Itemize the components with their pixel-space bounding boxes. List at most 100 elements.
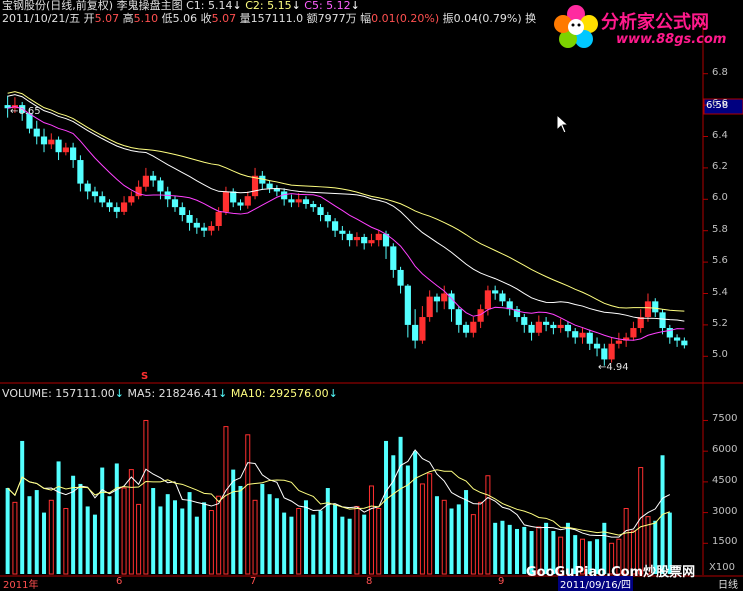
site-name: 分析家公式网 bbox=[601, 12, 709, 33]
candle-body bbox=[535, 321, 542, 333]
candle-body bbox=[171, 199, 179, 208]
candle-body bbox=[193, 222, 200, 228]
volume-bar bbox=[245, 434, 251, 575]
x-label-month-9: 9 bbox=[498, 576, 505, 587]
volume-bar bbox=[63, 507, 69, 575]
volume-bar bbox=[252, 499, 258, 575]
volume-bar bbox=[100, 467, 105, 574]
volume-bar bbox=[340, 516, 345, 574]
stock-title: 宝钢股份(日线,前复权) bbox=[2, 0, 114, 12]
current-price-label: 6.58 bbox=[706, 100, 729, 111]
volume-ma-lines bbox=[7, 449, 671, 538]
candle-body bbox=[237, 202, 244, 206]
candle-body bbox=[230, 191, 237, 203]
volume-label: 量 bbox=[239, 12, 251, 25]
bar-date: 2011/10/21/五 bbox=[2, 12, 81, 25]
candlestick-series bbox=[4, 95, 688, 366]
candle-body bbox=[441, 293, 448, 302]
candle-body bbox=[222, 191, 230, 212]
volume-tick-label: 1500 bbox=[712, 536, 738, 548]
x-label-year: 2011年 bbox=[3, 580, 39, 591]
candle-body bbox=[419, 317, 426, 341]
candle-body bbox=[455, 309, 462, 325]
candle-body bbox=[579, 332, 586, 338]
volume-bar bbox=[128, 469, 134, 575]
volume-bar bbox=[34, 490, 39, 574]
candle-body bbox=[266, 183, 273, 189]
candle-body bbox=[666, 328, 673, 338]
volume-bar bbox=[216, 495, 222, 575]
chart-canvas[interactable] bbox=[0, 0, 743, 588]
volume-bar bbox=[231, 469, 236, 574]
candle-body bbox=[528, 324, 535, 333]
price-tick-label: 6.2 bbox=[712, 160, 728, 172]
turnover-label: 换 bbox=[525, 12, 537, 25]
volume-bar bbox=[260, 483, 265, 574]
candle-body bbox=[70, 147, 77, 161]
candle-body bbox=[62, 147, 69, 153]
ma5-label: MA5: 218246.41 bbox=[127, 387, 219, 400]
volume-bar bbox=[419, 483, 425, 575]
volume-bar bbox=[493, 522, 498, 574]
candle-body bbox=[608, 343, 615, 360]
candle-body bbox=[426, 296, 433, 318]
candle-body bbox=[84, 183, 91, 192]
volume-bar bbox=[434, 496, 439, 574]
candle-body bbox=[681, 340, 688, 346]
candle-body bbox=[353, 236, 361, 241]
volume-bar bbox=[318, 510, 323, 574]
down-arrow-icon: ↓ bbox=[350, 0, 360, 12]
c2-value: C2: 5.15 bbox=[245, 0, 292, 12]
volume-bar bbox=[296, 507, 302, 575]
candle-body bbox=[644, 301, 652, 318]
indicator-name: 李鬼操盘主图 bbox=[116, 0, 183, 12]
price-tick-label: 5.4 bbox=[712, 286, 728, 298]
candle-body bbox=[324, 215, 331, 222]
volume-bar bbox=[398, 436, 403, 574]
candle-body bbox=[652, 301, 659, 313]
volume-bar bbox=[151, 488, 156, 574]
candle-body bbox=[251, 175, 259, 197]
candle-body bbox=[201, 227, 208, 231]
volume-tick-label: 7500 bbox=[712, 413, 738, 425]
volume-bar bbox=[12, 501, 18, 575]
mouse-cursor-icon bbox=[556, 114, 570, 134]
volume-bars bbox=[5, 419, 672, 575]
volume-bar bbox=[282, 512, 287, 574]
low-price-text: 4.94 bbox=[606, 362, 629, 373]
candle-body bbox=[310, 204, 317, 208]
volume-bar bbox=[208, 510, 214, 575]
candle-body bbox=[586, 332, 593, 344]
candle-body bbox=[368, 240, 375, 244]
candle-body bbox=[557, 324, 564, 329]
candle-body bbox=[470, 321, 477, 333]
open-value: 5.07 bbox=[94, 12, 120, 25]
close-label: 收 bbox=[200, 12, 212, 25]
candle-body bbox=[244, 196, 251, 206]
flower-logo-icon bbox=[554, 5, 598, 48]
x-label-month-7: 7 bbox=[250, 576, 257, 587]
candle-body bbox=[543, 321, 550, 325]
candle-body bbox=[150, 175, 157, 181]
candle-body bbox=[215, 211, 222, 226]
candle-body bbox=[331, 221, 339, 231]
candle-body bbox=[33, 128, 40, 137]
candle-body bbox=[492, 290, 499, 294]
price-tick-label: 5.0 bbox=[712, 349, 728, 361]
volume-bar bbox=[114, 463, 119, 574]
volume-bar bbox=[391, 455, 396, 574]
volume-bar bbox=[427, 473, 433, 575]
volume-bar bbox=[376, 507, 382, 575]
chart-area[interactable]: 宝钢股份(日线,前复权) 李鬼操盘主图 C1: 5.14↓ C2: 5.15↓ … bbox=[0, 0, 743, 591]
amount-value: 7977万 bbox=[317, 12, 357, 25]
down-arrow-icon: ↓ bbox=[114, 387, 124, 400]
volume-bar bbox=[5, 488, 10, 574]
change-value: 0.01(0.20%) bbox=[371, 12, 440, 25]
volume-bar bbox=[20, 440, 25, 574]
candle-body bbox=[208, 225, 215, 231]
header-line-2: 2011/10/21/五 开5.07 高5.10 低5.06 收5.07 量15… bbox=[2, 12, 536, 25]
price-tick-label: 6.4 bbox=[712, 129, 728, 141]
high-price-text: 6.65 bbox=[18, 106, 41, 117]
volume-bar bbox=[456, 504, 461, 574]
volume-bar bbox=[92, 514, 97, 574]
